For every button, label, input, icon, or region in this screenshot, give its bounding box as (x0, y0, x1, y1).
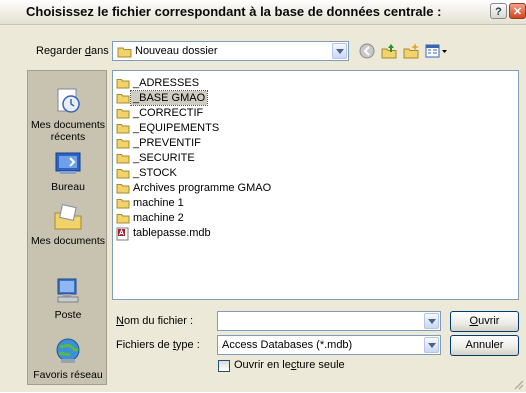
folder-icon (116, 77, 130, 92)
place-my-documents[interactable]: Mes documents (28, 201, 108, 247)
file-name: tablepasse.mdb (133, 227, 211, 239)
folder-icon (116, 92, 130, 107)
up-folder-icon[interactable] (380, 42, 398, 60)
place-computer[interactable]: Poste (28, 275, 108, 321)
look-in-value: Nouveau dossier (135, 45, 218, 57)
file-name: Archives programme GMAO (133, 182, 272, 194)
place-desktop[interactable]: Bureau (28, 147, 108, 193)
my-documents-icon (52, 201, 84, 233)
folder-icon (116, 107, 130, 122)
file-type-value: Access Databases (*.mdb) (222, 339, 353, 351)
back-icon[interactable] (358, 42, 376, 60)
open-button[interactable]: Ouvrir (450, 311, 519, 332)
resize-grip-icon[interactable] (512, 378, 524, 390)
chevron-down-icon[interactable] (424, 337, 439, 353)
file-list[interactable]: _ADRESSES _BASE GMAO _CORRECTIF _EQUIPEM… (112, 70, 519, 300)
place-label: Mes documents (30, 235, 106, 247)
file-name: _SECURITE (133, 152, 195, 164)
chevron-down-icon[interactable] (332, 43, 347, 59)
file-name: _CORRECTIF (133, 107, 204, 119)
folder-icon (116, 122, 130, 137)
new-folder-icon[interactable] (402, 42, 420, 60)
place-label: Bureau (51, 181, 85, 193)
file-open-dialog: Choisissez le fichier correspondant à la… (0, 0, 526, 392)
chevron-down-icon[interactable] (424, 313, 439, 329)
file-name: _STOCK (133, 167, 177, 179)
network-icon (52, 335, 84, 367)
view-menu-icon[interactable] (424, 42, 448, 60)
cancel-button[interactable]: Annuler (450, 335, 519, 356)
help-button[interactable]: ? (490, 3, 507, 19)
read-only-label: Ouvrir en lecture seule (234, 359, 345, 371)
folder-icon (116, 137, 130, 152)
file-name-combo[interactable] (217, 311, 441, 331)
folder-icon (116, 212, 130, 227)
folder-icon (117, 45, 132, 61)
folder-icon (116, 167, 130, 182)
read-only-checkbox[interactable] (218, 360, 230, 372)
file-name: _BASE GMAO (129, 90, 209, 106)
recent-documents-icon (52, 85, 84, 117)
place-network[interactable]: Favoris réseau (28, 335, 108, 381)
file-name: machine 2 (133, 212, 184, 224)
file-name-label: Nom du fichier : (116, 315, 194, 327)
places-bar: Mes documents récents Bureau Mes documen… (27, 70, 107, 385)
file-name: _PREVENTIF (133, 137, 201, 149)
title-bar[interactable]: Choisissez le fichier correspondant à la… (0, 0, 526, 25)
file-name: _ADRESSES (133, 77, 200, 89)
place-label: Favoris réseau (33, 369, 103, 381)
close-button[interactable]: ✕ (509, 3, 526, 19)
file-name-input[interactable] (218, 312, 426, 330)
look-in-dropdown[interactable]: Nouveau dossier (112, 41, 349, 61)
look-in-label: Regarder dans : (36, 45, 115, 57)
file-type-dropdown[interactable]: Access Databases (*.mdb) (217, 335, 441, 355)
file-type-label: Fichiers de type : (116, 339, 200, 351)
place-recent-documents[interactable]: Mes documents récents (28, 85, 108, 143)
desktop-icon (52, 147, 84, 179)
computer-icon (52, 275, 84, 307)
access-database-file-icon (116, 227, 130, 244)
dialog-title: Choisissez le fichier correspondant à la… (26, 4, 442, 19)
folder-icon (116, 152, 130, 167)
file-name: machine 1 (133, 197, 184, 209)
file-name: _EQUIPEMENTS (133, 122, 220, 134)
place-label: Mes documents récents (30, 119, 106, 143)
folder-icon (116, 197, 130, 212)
folder-icon (116, 182, 130, 197)
place-label: Poste (54, 309, 82, 321)
